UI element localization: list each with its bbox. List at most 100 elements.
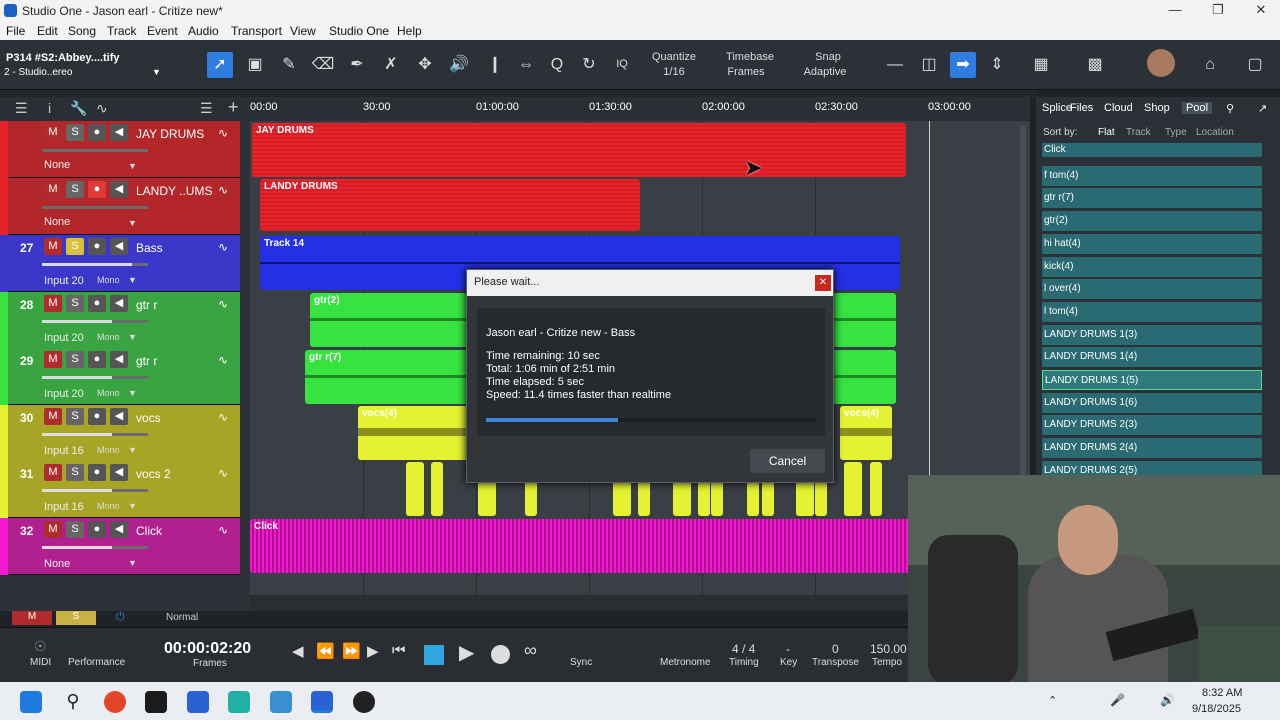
volume-fader[interactable]: [42, 149, 148, 152]
solo-button[interactable]: S: [66, 181, 84, 198]
track-name[interactable]: JAY DRUMS: [136, 127, 204, 141]
minimize-button[interactable]: —: [1160, 2, 1190, 17]
menu-file[interactable]: File: [6, 24, 25, 38]
eraser-tool-icon[interactable]: ⌫: [310, 52, 336, 78]
menu-track[interactable]: Track: [107, 24, 137, 38]
mono-label[interactable]: Mono: [97, 501, 120, 511]
solo-all-button[interactable]: S: [56, 611, 96, 625]
volume-fader[interactable]: [42, 489, 148, 492]
grid-view-icon[interactable]: ▦: [1028, 52, 1054, 78]
waveform-icon[interactable]: ∿: [218, 353, 228, 367]
waveform-icon[interactable]: ∿: [218, 183, 228, 197]
clip-vocs-2[interactable]: [406, 462, 424, 516]
solo-button[interactable]: S: [66, 464, 84, 481]
app-icon[interactable]: [353, 691, 375, 713]
tab-shop[interactable]: Shop: [1144, 102, 1170, 114]
split-tool-icon[interactable]: ✎: [276, 52, 302, 78]
expand-icon[interactable]: ↗: [1258, 102, 1267, 115]
listen-tool-icon[interactable]: 🔊: [446, 52, 472, 78]
chevron-down-icon[interactable]: ▼: [128, 558, 137, 568]
wrench-icon[interactable]: 🔧: [70, 100, 87, 117]
track-header[interactable]: M S ● ◀ LANDY ..UMS ∿ None ▼: [8, 178, 240, 235]
time-format[interactable]: Frames: [193, 658, 227, 669]
track-header[interactable]: 30 M S ● ◀ vocs ∿ Input 16 Mono ▼: [8, 405, 240, 462]
chevron-down-icon[interactable]: ▼: [128, 501, 137, 511]
track-header[interactable]: 29 M S ● ◀ gtr r ∿ Input 20 Mono ▼: [8, 348, 240, 405]
arrow-tool-icon[interactable]: ➚: [207, 52, 233, 78]
bend-tool-icon[interactable]: ✥: [412, 52, 438, 78]
home-icon[interactable]: ⌂: [1197, 52, 1223, 78]
solo-button[interactable]: S: [66, 408, 84, 425]
chevron-down-icon[interactable]: ▼: [128, 218, 137, 228]
autoscroll-icon[interactable]: ➡: [950, 52, 976, 78]
menu-audio[interactable]: Audio: [188, 24, 219, 38]
timing-value[interactable]: 4 / 4: [732, 642, 755, 656]
quantize-value[interactable]: 1/16: [646, 66, 702, 78]
performance-label[interactable]: Performance: [68, 657, 125, 668]
waveform-icon[interactable]: ∿: [218, 410, 228, 424]
mono-label[interactable]: Mono: [97, 332, 120, 342]
paint-tool-icon[interactable]: ✒: [344, 52, 370, 78]
search-icon[interactable]: ⚲: [1226, 102, 1234, 115]
monitor-button[interactable]: ◀: [110, 124, 128, 141]
automation-icon[interactable]: ∿: [96, 100, 108, 117]
fast-forward-icon[interactable]: ⏩: [342, 642, 361, 660]
pool-item[interactable]: f tom(4): [1042, 165, 1262, 186]
tempo-value[interactable]: 150.00: [870, 642, 907, 656]
clip-vocs-4[interactable]: vocs(4): [840, 406, 892, 460]
layout-icon[interactable]: ▩: [1082, 52, 1108, 78]
preset-sub[interactable]: 2 - Studio..ereo: [4, 67, 72, 78]
clock-date[interactable]: 9/18/2025: [1192, 703, 1241, 715]
rewind-icon[interactable]: ◀: [292, 642, 304, 660]
track-header[interactable]: 28 M S ● ◀ gtr r ∿ Input 20 Mono ▼: [8, 292, 240, 349]
menu-event[interactable]: Event: [147, 24, 178, 38]
sort-type[interactable]: Type: [1165, 127, 1187, 138]
mute-all-button[interactable]: M: [12, 611, 52, 625]
timebase-value[interactable]: Frames: [716, 66, 776, 78]
track-name[interactable]: vocs: [136, 411, 161, 425]
snap-value[interactable]: Adaptive: [797, 66, 853, 78]
mono-label[interactable]: Mono: [97, 388, 120, 398]
clip-jay-drums[interactable]: JAY DRUMS: [252, 123, 906, 177]
volume-fader[interactable]: [42, 546, 148, 549]
mute-button[interactable]: M: [44, 181, 62, 198]
solo-button[interactable]: S: [66, 124, 84, 141]
play-button[interactable]: ▶: [459, 640, 474, 665]
clip-vocs-2[interactable]: [431, 462, 443, 516]
transpose-value[interactable]: 0: [832, 642, 839, 656]
volume-fader[interactable]: [42, 263, 148, 266]
loop-icon[interactable]: ↻: [576, 52, 602, 78]
preset-name[interactable]: P314 #S2:Abbey....tify: [6, 52, 120, 64]
input-select[interactable]: None: [44, 558, 70, 570]
monitor-button[interactable]: ◀: [110, 408, 128, 425]
return-to-zero-icon[interactable]: ⏮: [392, 642, 406, 659]
automation-mode[interactable]: Normal: [166, 612, 198, 623]
volume-icon[interactable]: 🔊: [1160, 693, 1175, 707]
menu-transport[interactable]: Transport: [231, 24, 282, 38]
inspector-icon[interactable]: i: [48, 100, 51, 116]
input-select[interactable]: None: [44, 216, 70, 228]
volume-fader[interactable]: [42, 320, 148, 323]
monitor-button[interactable]: ◀: [110, 295, 128, 312]
chevron-down-icon[interactable]: ▼: [128, 388, 137, 398]
mute-button[interactable]: M: [44, 521, 62, 538]
menu-studio-one[interactable]: Studio One: [329, 24, 389, 38]
pool-item[interactable]: kick(4): [1042, 256, 1262, 277]
volume-fader[interactable]: [42, 376, 148, 379]
track-header[interactable]: M S ● ◀ JAY DRUMS ∿ None ▼: [8, 121, 240, 178]
clock-time[interactable]: 8:32 AM: [1202, 687, 1242, 699]
sort-location[interactable]: Location: [1196, 127, 1234, 138]
record-arm-button[interactable]: ●: [88, 408, 106, 425]
track-name[interactable]: LANDY ..UMS: [136, 184, 212, 198]
chevron-down-icon[interactable]: ▼: [128, 332, 137, 342]
cursor-follows-icon[interactable]: ⇕: [984, 52, 1010, 78]
close-window-button[interactable]: ✕: [1246, 2, 1276, 18]
clip-vocs-4[interactable]: vocs(4): [358, 406, 468, 460]
waveform-icon[interactable]: ∿: [218, 240, 228, 254]
record-arm-button[interactable]: ●: [88, 521, 106, 538]
monitor-button[interactable]: ◀: [110, 181, 128, 198]
pool-item[interactable]: gtr(2): [1042, 211, 1262, 232]
preset-dropdown-icon[interactable]: ▼: [152, 67, 161, 77]
maximize-button[interactable]: ❐: [1203, 2, 1233, 18]
tab-cloud[interactable]: Cloud: [1104, 102, 1133, 114]
